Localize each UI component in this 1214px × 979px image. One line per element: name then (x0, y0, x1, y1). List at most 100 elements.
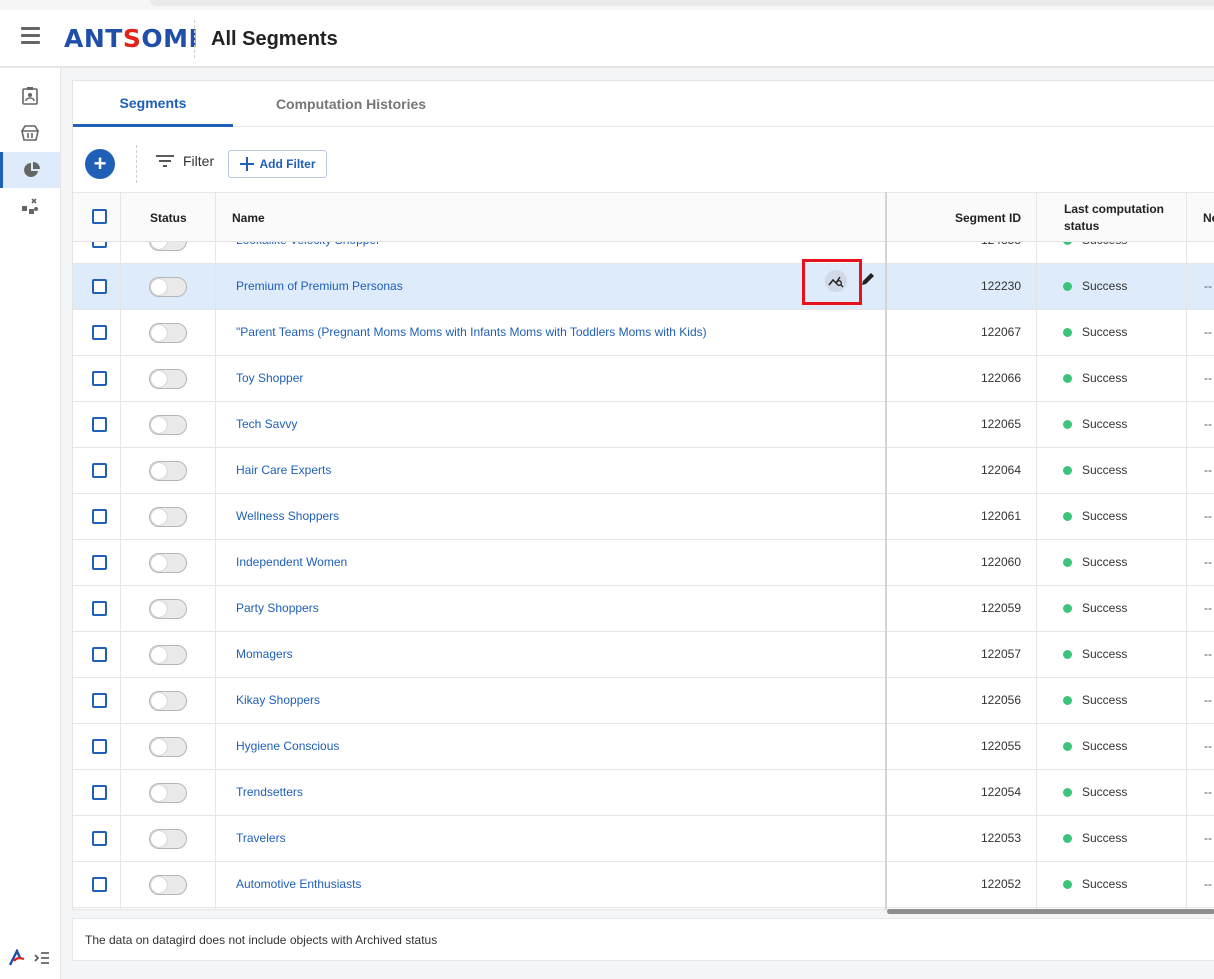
table-row[interactable]: Hair Care Experts 122064 Success -- (73, 448, 1214, 494)
row-checkbox[interactable] (92, 785, 107, 800)
status-toggle[interactable] (149, 553, 187, 573)
status-toggle[interactable] (149, 369, 187, 389)
status-toggle[interactable] (149, 599, 187, 619)
segment-name-link[interactable]: Toy Shopper (236, 371, 303, 385)
status-toggle[interactable] (149, 645, 187, 665)
success-dot-icon (1063, 373, 1072, 383)
table-row[interactable]: Wellness Shoppers 122061 Success -- (73, 494, 1214, 540)
segment-name-link[interactable]: Momagers (236, 647, 293, 661)
expand-menu-icon[interactable] (34, 951, 50, 965)
row-checkbox[interactable] (92, 325, 107, 340)
segment-name-link[interactable]: Lookalike Velocity Shopper (236, 242, 380, 247)
status-text: Success (1082, 831, 1128, 845)
segment-name-link[interactable]: Party Shoppers (236, 601, 319, 615)
segment-name-link[interactable]: Wellness Shoppers (236, 509, 339, 523)
status-toggle[interactable] (149, 507, 187, 527)
success-dot-icon (1063, 419, 1072, 429)
success-dot-icon (1063, 511, 1072, 521)
row-checkbox[interactable] (92, 693, 107, 708)
status-text: Success (1082, 555, 1128, 569)
row-checkbox[interactable] (92, 739, 107, 754)
table-row[interactable]: Trendsetters 122054 Success -- (73, 770, 1214, 816)
status-text: Success (1082, 371, 1128, 385)
edit-pencil-icon[interactable] (860, 271, 878, 289)
store-icon[interactable] (0, 115, 60, 151)
row-checkbox[interactable] (92, 555, 107, 570)
column-header-next[interactable]: Ne (1203, 193, 1214, 242)
column-header-status[interactable]: Status (150, 193, 187, 242)
tab-computation-histories[interactable]: Computation Histories (263, 81, 439, 127)
row-checkbox[interactable] (92, 279, 107, 294)
status-toggle[interactable] (149, 829, 187, 849)
row-checkbox[interactable] (92, 601, 107, 616)
segment-pie-icon[interactable] (0, 152, 60, 188)
segment-name-link[interactable]: Independent Women (236, 555, 347, 569)
segment-name-link[interactable]: Kikay Shoppers (236, 693, 320, 707)
segment-name-link[interactable]: Tech Savvy (236, 417, 297, 431)
pinned-column-divider[interactable] (885, 192, 887, 910)
segment-name-link[interactable]: Hair Care Experts (236, 463, 331, 477)
filter-button[interactable]: Filter (155, 153, 214, 169)
column-header-last-computation-status[interactable]: Last computation status (1064, 193, 1164, 242)
segment-name-link[interactable]: Travelers (236, 831, 286, 845)
computation-status: Success (1063, 693, 1127, 707)
row-checkbox[interactable] (92, 242, 107, 248)
segment-name-link[interactable]: Premium of Premium Personas (236, 279, 403, 293)
status-toggle[interactable] (149, 691, 187, 711)
table-row[interactable]: Independent Women 122060 Success -- (73, 540, 1214, 586)
select-all-checkbox[interactable] (92, 209, 107, 224)
table-row[interactable]: Party Shoppers 122059 Success -- (73, 586, 1214, 632)
explore-chart-icon[interactable] (825, 270, 847, 292)
column-header-segment-id[interactable]: Segment ID (885, 193, 1021, 242)
table-row[interactable]: Automotive Enthusiasts 122052 Success -- (73, 862, 1214, 908)
header-divider (194, 20, 195, 58)
row-checkbox[interactable] (92, 647, 107, 662)
create-segment-button[interactable]: + (85, 149, 115, 179)
status-toggle[interactable] (149, 737, 187, 757)
row-checkbox[interactable] (92, 831, 107, 846)
table-row[interactable]: Momagers 122057 Success -- (73, 632, 1214, 678)
status-text: Success (1082, 693, 1128, 707)
sidebar-footer (8, 949, 50, 967)
row-checkbox[interactable] (92, 463, 107, 478)
add-filter-button[interactable]: Add Filter (228, 150, 327, 178)
antsomi-logo[interactable]: ANTSOMI (64, 24, 198, 53)
segment-name-link[interactable]: Automotive Enthusiasts (236, 877, 361, 891)
next-value: -- (1204, 785, 1212, 799)
left-sidebar (0, 68, 61, 979)
horizontal-scrollbar[interactable] (887, 909, 1214, 914)
status-toggle[interactable] (149, 783, 187, 803)
column-header-name[interactable]: Name (232, 193, 265, 242)
table-row[interactable]: Toy Shopper 122066 Success -- (73, 356, 1214, 402)
segment-id: 124358 (885, 242, 1021, 247)
segment-name-link[interactable]: Trendsetters (236, 785, 303, 799)
segment-id: 122230 (980, 279, 1021, 293)
table-row[interactable]: Kikay Shoppers 122056 Success -- (73, 678, 1214, 724)
row-checkbox[interactable] (92, 371, 107, 386)
segment-id: 122059 (980, 601, 1021, 615)
column-divider (1036, 192, 1037, 910)
table-row[interactable]: "Parent Teams (Pregnant Moms Moms with I… (73, 310, 1214, 356)
data-flow-icon[interactable] (0, 189, 60, 225)
status-toggle[interactable] (149, 277, 187, 297)
table-row[interactable]: Travelers 122053 Success -- (73, 816, 1214, 862)
menu-icon[interactable] (21, 27, 41, 45)
status-toggle[interactable] (149, 415, 187, 435)
row-checkbox[interactable] (92, 877, 107, 892)
segment-name-link[interactable]: Hygiene Conscious (236, 739, 339, 753)
page-title: All Segments (211, 28, 338, 50)
status-toggle[interactable] (149, 875, 187, 895)
status-toggle[interactable] (149, 323, 187, 343)
tab-segments[interactable]: Segments (73, 81, 233, 127)
status-toggle[interactable] (149, 242, 187, 251)
status-toggle[interactable] (149, 461, 187, 481)
segment-name-link[interactable]: "Parent Teams (Pregnant Moms Moms with I… (236, 325, 707, 339)
table-row[interactable]: Premium of Premium Personas 122230 Success… (73, 259, 1214, 310)
contact-icon[interactable] (0, 78, 60, 114)
row-checkbox[interactable] (92, 417, 107, 432)
row-checkbox[interactable] (92, 509, 107, 524)
table-row[interactable]: Tech Savvy 122065 Success -- (73, 402, 1214, 448)
table-row[interactable]: Hygiene Conscious 122055 Success -- (73, 724, 1214, 770)
toolbar-divider (136, 145, 137, 183)
table-row[interactable]: Lookalike Velocity Shopper 124358 Success -… (73, 242, 1214, 264)
